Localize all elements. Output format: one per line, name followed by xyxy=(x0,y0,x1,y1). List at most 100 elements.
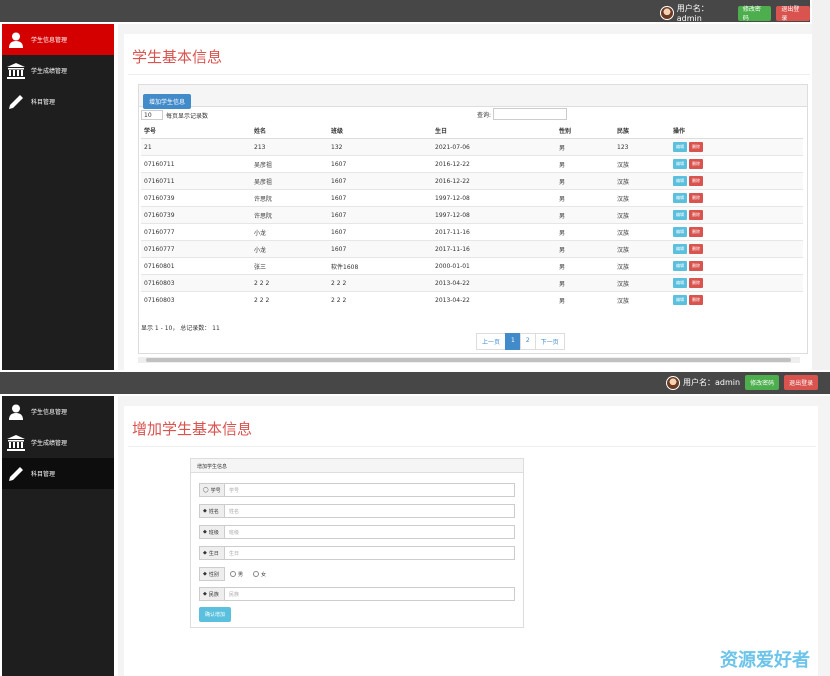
table-cell: 1997-12-08 xyxy=(432,206,556,224)
delete-button[interactable]: 删除 xyxy=(689,210,703,220)
top-navbar: 用户名：admin 修改密码 退出登录 xyxy=(0,0,810,23)
edit-button[interactable]: 编辑 xyxy=(673,142,687,152)
logout-button[interactable]: 退出登录 xyxy=(776,5,810,22)
edit-button[interactable]: 编辑 xyxy=(673,278,687,288)
edit-button[interactable]: 编辑 xyxy=(673,244,687,254)
delete-button[interactable]: 删除 xyxy=(689,261,703,271)
delete-button[interactable]: 删除 xyxy=(689,142,703,152)
table-row: 07160803 2 2 22 2 2 2013-04-22 男汉族 编辑 删除 xyxy=(141,274,803,292)
table-row: 07160803 2 2 22 2 2 2013-04-22 男汉族 编辑 删除 xyxy=(141,291,803,309)
column-header[interactable]: 性别 xyxy=(556,123,614,139)
table-cell: 2 2 2 xyxy=(328,291,432,309)
student-list-window: 用户名：admin 修改密码 退出登录 学生信息管理 学生成绩管理 科目管理 学… xyxy=(0,0,830,370)
edit-button[interactable]: 编辑 xyxy=(673,261,687,271)
tag-icon: ◆ xyxy=(203,508,207,514)
student-id-input[interactable]: 学号 xyxy=(225,483,515,497)
tag-icon: ◆ xyxy=(203,529,207,535)
column-header[interactable]: 民族 xyxy=(614,123,670,139)
delete-button[interactable]: 删除 xyxy=(689,278,703,288)
gender-male-radio[interactable] xyxy=(230,571,236,577)
sidebar-item-grades[interactable]: 学生成绩管理 xyxy=(2,427,114,458)
table-cell: 张三 xyxy=(251,257,328,275)
table-body: 21 213 132 2021-07-06 男 123 编辑 删除 07160711 吴彦祖 160… xyxy=(141,138,803,309)
delete-button[interactable]: 删除 xyxy=(689,176,703,186)
title-divider xyxy=(128,446,816,447)
delete-button[interactable]: 删除 xyxy=(689,159,703,169)
edit-button[interactable]: 编辑 xyxy=(673,227,687,237)
add-page-title: 增加学生基本信息 xyxy=(132,420,253,438)
delete-button[interactable]: 删除 xyxy=(689,227,703,237)
table-cell: 2016-12-22 xyxy=(432,172,556,190)
delete-button[interactable]: 删除 xyxy=(689,244,703,254)
gender-addon: ◆ 性别 xyxy=(199,567,225,581)
edit-button[interactable]: 编辑 xyxy=(673,210,687,220)
table-controls: 10 每页显示记录数 查询: xyxy=(139,107,807,123)
actions-cell: 编辑 删除 xyxy=(670,223,803,241)
confirm-add-button[interactable]: 确认增加 xyxy=(199,607,232,622)
nation-input[interactable]: 民族 xyxy=(225,587,515,601)
pencil-icon xyxy=(7,466,25,482)
id-addon: ◯ 学号 xyxy=(199,483,225,497)
table-cell: 2 2 2 xyxy=(251,274,328,292)
horizontal-scrollbar[interactable] xyxy=(138,357,800,363)
actions-cell: 编辑 删除 xyxy=(670,240,803,258)
column-header[interactable]: 操作 xyxy=(670,123,803,139)
page-1-button[interactable]: 1 xyxy=(505,333,521,350)
gender-female-radio[interactable] xyxy=(253,571,260,577)
scrollbar-thumb[interactable] xyxy=(146,358,791,362)
table-cell: 07160803 xyxy=(141,274,251,292)
page-size-select[interactable]: 10 xyxy=(141,110,163,120)
table-row: 07160777 小龙 1607 2017-11-16 男汉族 编辑 删除 xyxy=(141,240,803,258)
column-header[interactable]: 姓名 xyxy=(251,123,328,139)
delete-button[interactable]: 删除 xyxy=(689,295,703,306)
column-header[interactable]: 生日 xyxy=(432,123,556,139)
prev-page-button[interactable]: 上一页 xyxy=(476,333,507,350)
form-row-name: ◆ 姓名 姓名 xyxy=(199,504,515,518)
name-input[interactable]: 姓名 xyxy=(225,504,515,518)
actions-cell: 编辑 删除 xyxy=(670,189,803,207)
page-size-label: 每页显示记录数 xyxy=(166,112,209,120)
vertical-scrollbar[interactable] xyxy=(812,0,830,370)
table-cell: 2000-01-01 xyxy=(432,257,556,275)
username-label: 用户名：admin xyxy=(683,378,741,387)
sidebar-item-label: 科目管理 xyxy=(31,471,56,478)
birthday-input[interactable]: 生日 xyxy=(225,546,515,560)
sidebar-item-label: 学生信息管理 xyxy=(31,37,68,44)
logout-button[interactable]: 退出登录 xyxy=(784,375,819,390)
page-2-button[interactable]: 2 xyxy=(519,333,536,350)
column-header[interactable]: 学号 xyxy=(141,123,251,139)
gender-female-label: 女 xyxy=(261,571,267,578)
table-cell: 吴彦祖 xyxy=(251,155,328,173)
edit-button[interactable]: 编辑 xyxy=(673,193,687,203)
sidebar-item-student-info[interactable]: 学生信息管理 xyxy=(2,24,114,55)
delete-button[interactable]: 删除 xyxy=(689,193,703,203)
form-row-id: ◯ 学号 学号 xyxy=(199,483,515,497)
user-area: 用户名：admin 修改密码 退出登录 xyxy=(660,3,810,23)
table-cell: 汉族 xyxy=(614,223,670,241)
sidebar-item-subjects[interactable]: 科目管理 xyxy=(2,86,114,117)
gender-radio-group: 男 女 xyxy=(225,567,266,581)
class-input[interactable]: 班级 xyxy=(225,525,515,539)
table-cell: 123 xyxy=(614,138,670,156)
form-row-gender: ◆ 性别 男 女 xyxy=(199,567,266,581)
sidebar-item-grades[interactable]: 学生成绩管理 xyxy=(2,55,114,86)
table-cell: 21 xyxy=(141,138,251,156)
column-header[interactable]: 班级 xyxy=(328,123,432,139)
table-cell: 07160777 xyxy=(141,223,251,241)
actions-cell: 编辑 删除 xyxy=(670,257,803,275)
student-table-panel: 增加学生信息 10 每页显示记录数 查询: 学号 姓名 班级 生日 性别 民族 操作 21 2… xyxy=(138,84,808,354)
edit-button[interactable]: 编辑 xyxy=(673,295,687,306)
change-password-button[interactable]: 修改密码 xyxy=(745,375,780,390)
change-password-button[interactable]: 修改密码 xyxy=(737,5,772,22)
table-cell: 1607 xyxy=(328,155,432,173)
next-page-button[interactable]: 下一页 xyxy=(534,333,565,350)
table-cell: 男 xyxy=(556,291,614,309)
user-area: 用户名：admin 修改密码 退出登录 xyxy=(666,375,819,390)
sidebar-item-subjects[interactable]: 科目管理 xyxy=(2,458,114,489)
edit-button[interactable]: 编辑 xyxy=(673,159,687,169)
actions-cell: 编辑 删除 xyxy=(670,172,803,190)
birthday-addon: ◆ 生日 xyxy=(199,546,225,560)
search-input[interactable] xyxy=(493,108,567,120)
edit-button[interactable]: 编辑 xyxy=(673,176,687,186)
sidebar-item-student-info[interactable]: 学生信息管理 xyxy=(2,396,114,427)
